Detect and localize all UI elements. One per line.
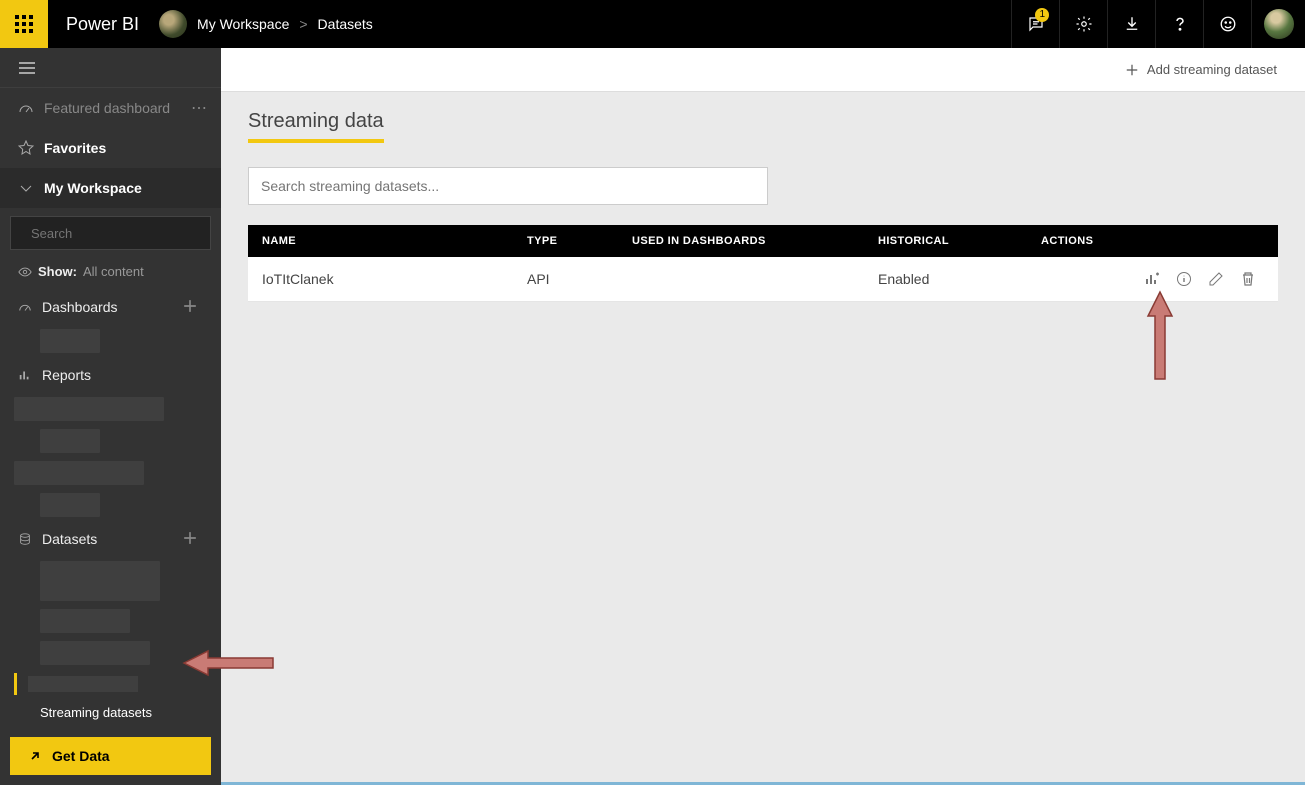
plus-icon (1125, 63, 1139, 77)
ellipsis-icon[interactable]: ⋯ (191, 98, 207, 118)
eye-icon (18, 265, 32, 279)
col-type[interactable]: TYPE (513, 225, 618, 257)
breadcrumb-separator: > (299, 16, 307, 32)
smile-icon (1219, 15, 1237, 33)
brand-label: Power BI (66, 14, 139, 35)
add-dataset-button[interactable] (183, 531, 207, 548)
redacted-item (40, 641, 150, 665)
cell-name: IoTItClanek (248, 257, 513, 302)
notifications-button[interactable]: 1 (1011, 0, 1059, 48)
dashboard-icon (18, 300, 32, 314)
page-title: Streaming data (248, 110, 384, 143)
add-streaming-dataset-button[interactable]: Add streaming dataset (1125, 62, 1277, 77)
workspace-avatar (159, 10, 187, 38)
delete-icon[interactable] (1240, 271, 1256, 287)
add-streaming-label: Add streaming dataset (1147, 62, 1277, 77)
redacted-item (40, 329, 100, 353)
breadcrumb: My Workspace > Datasets (197, 16, 373, 32)
sidebar-search[interactable] (10, 216, 211, 250)
search-streaming-input[interactable] (261, 178, 755, 194)
user-menu-button[interactable] (1251, 0, 1305, 48)
download-button[interactable] (1107, 0, 1155, 48)
sidebar-group-reports[interactable]: Reports (0, 357, 221, 393)
redacted-item (14, 461, 144, 485)
sidebar-reports-label: Reports (42, 367, 91, 383)
gear-icon (1075, 15, 1093, 33)
sidebar-group-datasets[interactable]: Datasets (0, 521, 221, 557)
app-launcher-button[interactable] (0, 0, 48, 48)
sidebar-show-value: All content (83, 264, 144, 279)
settings-button[interactable] (1059, 0, 1107, 48)
top-actions: 1 (1011, 0, 1305, 48)
sidebar-group-dashboards[interactable]: Dashboards (0, 289, 221, 325)
info-icon[interactable] (1176, 271, 1192, 287)
sidebar-search-input[interactable] (31, 226, 207, 241)
breadcrumb-current: Datasets (318, 16, 373, 32)
database-icon (18, 532, 32, 546)
sidebar-workspace-label: My Workspace (44, 180, 142, 196)
hamburger-icon (18, 61, 36, 75)
user-avatar (1264, 9, 1294, 39)
col-name[interactable]: NAME (248, 225, 513, 257)
sidebar-show-filter[interactable]: Show: All content (0, 254, 221, 289)
redacted-item (40, 561, 160, 601)
notification-badge: 1 (1035, 8, 1049, 22)
create-report-icon[interactable] (1144, 271, 1160, 287)
sidebar-selected-dataset[interactable] (14, 673, 207, 695)
cell-type: API (513, 257, 618, 302)
edit-icon[interactable] (1208, 271, 1224, 287)
redacted-item (14, 397, 164, 421)
help-button[interactable] (1155, 0, 1203, 48)
sidebar-datasets-label: Datasets (42, 531, 97, 547)
download-icon (1123, 15, 1141, 33)
sidebar-my-workspace[interactable]: My Workspace (0, 168, 221, 208)
arrow-out-icon (28, 749, 42, 763)
sidebar-toggle-button[interactable] (0, 48, 221, 88)
action-bar: Add streaming dataset (221, 48, 1305, 92)
sidebar-featured-label: Featured dashboard (44, 100, 170, 116)
sidebar-favorites-label: Favorites (44, 140, 106, 156)
question-icon (1171, 15, 1189, 33)
star-icon (18, 140, 34, 156)
waffle-icon (15, 15, 33, 33)
breadcrumb-workspace[interactable]: My Workspace (197, 16, 289, 32)
redacted-item (40, 429, 100, 453)
sidebar-streaming-datasets[interactable]: Streaming datasets (0, 699, 221, 726)
get-data-button[interactable]: Get Data (10, 737, 211, 775)
row-actions (1041, 271, 1264, 287)
main-content: Streaming data NAME TYPE USED IN DASHBOA… (221, 92, 1305, 785)
chevron-down-icon (18, 180, 34, 196)
sidebar-show-label: Show: (38, 264, 77, 279)
col-historical[interactable]: HISTORICAL (864, 225, 1027, 257)
sidebar: Featured dashboard ⋯ Favorites My Worksp… (0, 48, 221, 785)
feedback-button[interactable] (1203, 0, 1251, 48)
sidebar-dashboards-label: Dashboards (42, 299, 118, 315)
col-actions: ACTIONS (1027, 225, 1278, 257)
add-dashboard-button[interactable] (183, 299, 207, 316)
cell-used (618, 257, 864, 302)
sidebar-featured-dashboard[interactable]: Featured dashboard ⋯ (0, 88, 221, 128)
search-streaming-box[interactable] (248, 167, 768, 205)
datasets-table: NAME TYPE USED IN DASHBOARDS HISTORICAL … (248, 225, 1278, 302)
bar-chart-icon (18, 368, 32, 382)
get-data-label: Get Data (52, 748, 110, 764)
cell-historical: Enabled (864, 257, 1027, 302)
top-bar: Power BI My Workspace > Datasets 1 (0, 0, 1305, 48)
sidebar-favorites[interactable]: Favorites (0, 128, 221, 168)
redacted-item (40, 609, 130, 633)
gauge-icon (18, 100, 34, 116)
col-used[interactable]: USED IN DASHBOARDS (618, 225, 864, 257)
table-row[interactable]: IoTItClanek API Enabled (248, 257, 1278, 302)
redacted-item (40, 493, 100, 517)
